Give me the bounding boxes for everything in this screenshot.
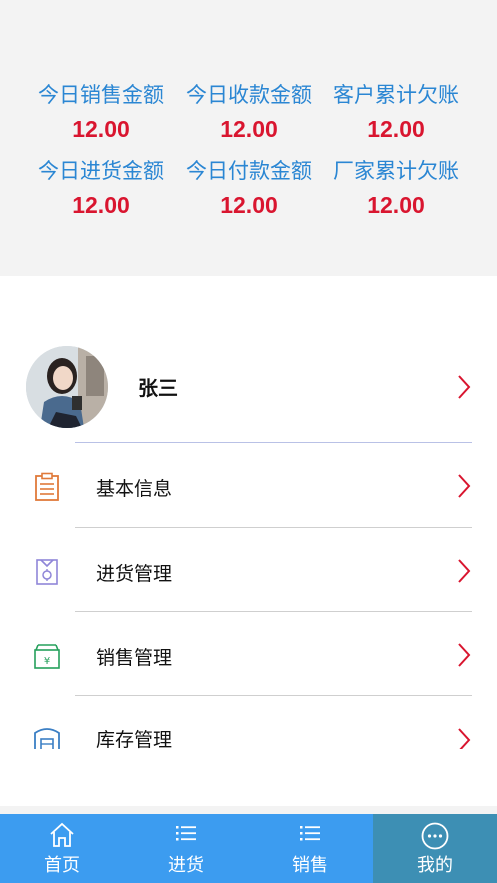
list-icon (300, 826, 320, 841)
tab-mine[interactable]: 我的 (373, 814, 497, 883)
divider (75, 611, 472, 612)
chevron-right-icon (458, 728, 471, 749)
stat-today-purchase: 今日进货金额 12.00 (26, 158, 176, 220)
menu-item-label: 基本信息 (96, 478, 173, 500)
stat-label: 厂家累计欠账 (333, 159, 459, 183)
stat-customer-debt: 客户累计欠账 12.00 (321, 82, 471, 144)
menu-item-sales[interactable]: ¥ 销售管理 (0, 613, 497, 697)
stat-today-received: 今日收款金额 12.00 (174, 82, 324, 144)
home-icon (50, 822, 74, 847)
stat-label: 今日销售金额 (38, 83, 164, 107)
tab-label: 我的 (417, 855, 453, 876)
tab-label: 首页 (44, 855, 80, 876)
menu-item-label: 库存管理 (96, 729, 173, 749)
bottom-tab-bar: 首页 进货 销售 我的 (0, 814, 497, 883)
tab-purchase[interactable]: 进货 (124, 814, 248, 883)
stat-value: 12.00 (72, 192, 130, 218)
cash-register-icon: ¥ (34, 644, 60, 669)
stat-label: 今日进货金额 (38, 159, 164, 183)
tab-label: 进货 (168, 855, 204, 876)
svg-text:¥: ¥ (44, 656, 50, 667)
tab-sales[interactable]: 销售 (248, 814, 372, 883)
tab-label: 销售 (292, 855, 328, 876)
chevron-right-icon (458, 643, 471, 667)
document-list-icon (35, 472, 59, 501)
profile-row[interactable]: 张三 (0, 330, 497, 442)
stat-value: 12.00 (367, 116, 425, 142)
stat-label: 今日收款金额 (186, 83, 312, 107)
menu-item-label: 销售管理 (96, 647, 173, 669)
list-icon (176, 826, 196, 841)
tab-home[interactable]: 首页 (0, 814, 124, 883)
purchase-box-icon (36, 559, 58, 585)
divider (75, 695, 472, 696)
username: 张三 (138, 376, 178, 400)
menu-item-basic-info[interactable]: 基本信息 (0, 444, 497, 528)
stat-supplier-debt: 厂家累计欠账 12.00 (321, 158, 471, 220)
warehouse-icon (34, 728, 60, 749)
divider (75, 442, 472, 443)
chevron-right-icon (458, 559, 471, 583)
stat-label: 客户累计欠账 (333, 83, 459, 107)
stat-today-sales: 今日销售金额 12.00 (26, 82, 176, 144)
stat-value: 12.00 (220, 192, 278, 218)
chevron-right-icon (458, 375, 471, 399)
stat-today-payment: 今日付款金额 12.00 (174, 158, 324, 220)
more-icon (421, 822, 449, 850)
menu-item-purchase[interactable]: 进货管理 (0, 529, 497, 613)
stats-panel: 今日销售金额 12.00 今日收款金额 12.00 客户累计欠账 12.00 今… (0, 0, 497, 276)
menu-item-inventory[interactable]: 库存管理 (0, 697, 497, 749)
avatar (26, 346, 108, 428)
stat-value: 12.00 (220, 116, 278, 142)
stat-value: 12.00 (367, 192, 425, 218)
stat-value: 12.00 (72, 116, 130, 142)
divider (75, 527, 472, 528)
menu-item-label: 进货管理 (96, 563, 173, 585)
stat-label: 今日付款金额 (186, 159, 312, 183)
chevron-right-icon (458, 474, 471, 498)
